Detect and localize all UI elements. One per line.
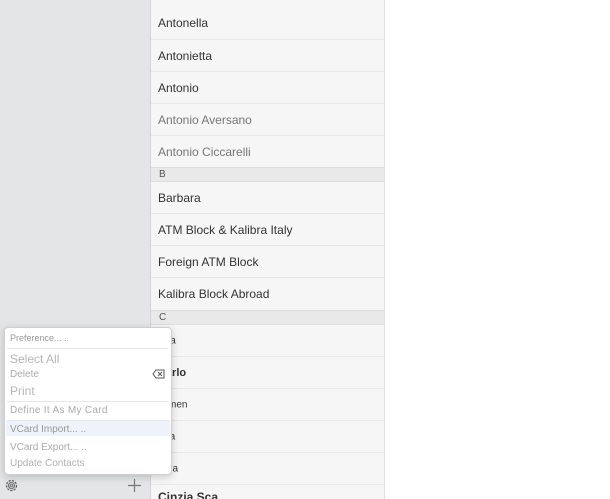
contact-name: ATM Block & Kalibra Italy	[158, 222, 293, 237]
contact-row[interactable]: Barbara	[151, 182, 384, 214]
section-header-b: B	[151, 167, 384, 182]
menu-item-vcard-import[interactable]: VCard Import... ..	[10, 424, 86, 435]
contact-name: Cinzia Sca...	[158, 490, 229, 499]
contact-row[interactable]: Armen	[151, 389, 384, 421]
contact-row[interactable]: Antonio	[151, 72, 384, 104]
section-header-c: C	[151, 310, 384, 325]
menu-separator	[7, 420, 169, 421]
contact-row[interactable]: Nzia	[151, 453, 384, 485]
plus-icon[interactable]	[127, 478, 142, 493]
section-letter: C	[159, 312, 167, 323]
contact-row[interactable]: Antonio Ciccarelli	[151, 136, 384, 167]
contact-row[interactable]: Asa	[151, 421, 384, 453]
menu-item-print[interactable]: Print	[10, 384, 35, 398]
menu-item-vcard-export[interactable]: VCard Export... ..	[10, 442, 87, 453]
menu-item-preferences[interactable]: Preference... ..	[10, 333, 69, 343]
contact-detail-pane	[385, 0, 610, 499]
contact-name: Antonio Ciccarelli	[158, 144, 251, 159]
contact-row[interactable]: Cinzia Sca...	[151, 485, 384, 499]
contact-row[interactable]: Carlo	[151, 357, 384, 389]
backspace-icon	[152, 369, 165, 379]
contact-name: Kalibra Block Abroad	[158, 286, 270, 301]
contact-name: Antonio	[158, 80, 199, 95]
gear-icon[interactable]	[3, 477, 20, 494]
contact-row[interactable]: Kalibra Block Abroad	[151, 278, 384, 309]
contact-name: Barbara	[158, 190, 201, 205]
contact-row[interactable]: Foreign ATM Block	[151, 246, 384, 278]
contact-name: Antonio Aversano	[158, 112, 252, 127]
section-letter: B	[159, 169, 166, 180]
contact-row[interactable]: Arla	[151, 325, 384, 357]
contact-name: Antonietta	[158, 48, 213, 63]
contact-name: Foreign ATM Block	[158, 254, 259, 269]
menu-item-update-contacts[interactable]: Update Contacts	[10, 458, 85, 469]
contact-row[interactable]: Antonella	[151, 7, 384, 40]
contact-name: Antonella	[158, 16, 209, 30]
menu-item-delete[interactable]: Delete	[10, 369, 39, 380]
menu-separator	[7, 348, 169, 349]
contact-row[interactable]: Antonio Aversano	[151, 104, 384, 136]
menu-item-define-my-card[interactable]: Define It As My Card	[10, 405, 108, 416]
contact-row[interactable]: Antonietta	[151, 40, 384, 72]
contact-row[interactable]: ATM Block & Kalibra Italy	[151, 214, 384, 246]
menu-separator	[7, 401, 169, 402]
contact-list[interactable]: Antonella Antonietta Antonio Antonio Ave…	[151, 0, 385, 499]
menu-item-select-all[interactable]: Select All	[10, 352, 59, 366]
settings-menu: Preference... .. Select All Delete Print…	[4, 327, 172, 475]
